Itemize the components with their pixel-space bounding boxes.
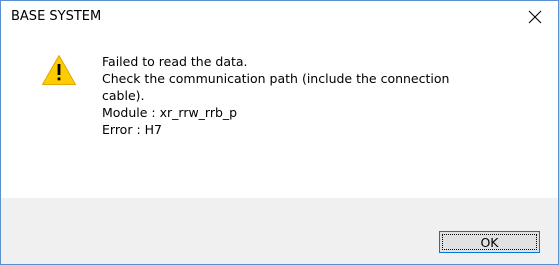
dialog-title: BASE SYSTEM bbox=[11, 9, 102, 24]
message-dialog: BASE SYSTEM Failed to read the data. Che… bbox=[0, 0, 559, 265]
message-line: Check the communication path (include th… bbox=[102, 71, 450, 86]
message-line: Error : H7 bbox=[102, 122, 162, 137]
warning-icon bbox=[42, 55, 76, 85]
close-icon bbox=[528, 10, 542, 24]
message-line: Failed to read the data. bbox=[102, 54, 248, 69]
ok-button-label: OK bbox=[480, 234, 499, 250]
ok-button[interactable]: OK bbox=[439, 231, 540, 253]
title-bar: BASE SYSTEM bbox=[1, 1, 558, 33]
message-line: cable). bbox=[102, 88, 145, 103]
message-line: Module : xr_rrw_rrb_p bbox=[102, 105, 238, 120]
message-text: Failed to read the data. Check the commu… bbox=[102, 53, 542, 138]
close-button[interactable] bbox=[512, 1, 558, 33]
